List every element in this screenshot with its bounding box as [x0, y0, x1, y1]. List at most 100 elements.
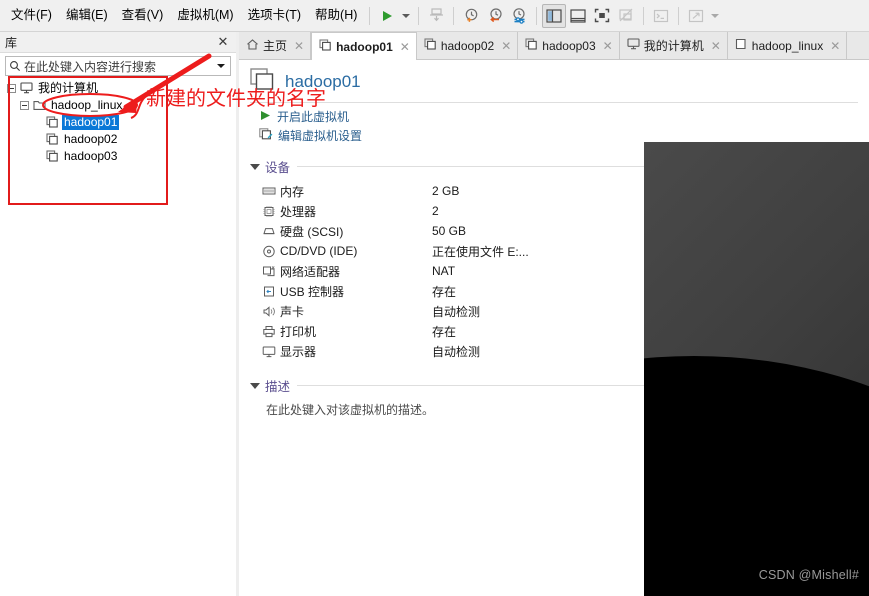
device-value: 正在使用文件 E:... [432, 244, 529, 259]
tab-my-computer[interactable]: 我的计算机 ✕ [619, 32, 728, 59]
tab-home[interactable]: 主页 ✕ [239, 32, 312, 59]
chevron-down-icon [401, 13, 410, 18]
toolbar-separator [369, 6, 371, 25]
tab-label: 我的计算机 [643, 39, 704, 53]
tree-item-hadoop02[interactable]: hadoop02 [4, 131, 232, 147]
tree-item-hadoop-linux[interactable]: hadoop_linux [4, 97, 232, 113]
tree-item-label: hadoop01 [62, 114, 120, 130]
show-library-button[interactable] [542, 3, 567, 28]
harddisk-icon [260, 225, 277, 237]
console-button[interactable] [649, 4, 673, 28]
tree-item-hadoop01[interactable]: hadoop01 [4, 114, 232, 130]
library-header: 库 ✕ [0, 32, 236, 53]
play-icon [259, 109, 272, 125]
tab-hadoop-linux[interactable]: hadoop_linux ✕ [727, 32, 848, 59]
close-icon[interactable]: ✕ [501, 40, 511, 52]
display-icon [260, 345, 277, 358]
snapshot-settings-icon [513, 8, 525, 24]
search-dropdown-button[interactable] [212, 64, 230, 68]
tab-hadoop03[interactable]: hadoop03 ✕ [518, 32, 620, 59]
menu-edit[interactable]: 编辑(E) [59, 4, 115, 27]
play-icon [383, 10, 393, 21]
menu-toolbar: 文件(F) 编辑(E) 查看(V) 虚拟机(M) 选项卡(T) 帮助(H) [0, 0, 869, 32]
tab-label: 主页 [263, 39, 288, 53]
unity-icon [619, 8, 633, 22]
device-value: NAT [432, 264, 456, 278]
snapshot-manager-icon [429, 8, 443, 22]
unity-mode-button[interactable] [614, 4, 638, 28]
menu-help[interactable]: 帮助(H) [308, 4, 364, 27]
tree-item-hadoop03[interactable]: hadoop03 [4, 148, 232, 164]
folder-icon [735, 38, 748, 53]
revert-snapshot-button[interactable] [483, 4, 507, 28]
fullscreen-icon [595, 8, 610, 23]
vm-header: hadoop01 [239, 61, 869, 96]
close-icon[interactable]: ✕ [711, 40, 721, 52]
device-value: 2 [432, 204, 439, 218]
chevron-down-icon [217, 64, 225, 68]
vm-icon [46, 133, 59, 145]
full-screen-button[interactable] [590, 4, 614, 28]
folder-icon [33, 99, 46, 111]
memory-icon [260, 185, 277, 197]
device-value: 存在 [432, 324, 457, 339]
library-panel: 库 ✕ 在此处键入内容进行搜索 我的计算机 hadoop_linux hadoo… [0, 32, 236, 596]
device-name: 声卡 [280, 304, 305, 319]
chevron-down-icon[interactable] [250, 163, 260, 170]
expander-icon[interactable] [20, 100, 29, 110]
search-icon [6, 60, 24, 72]
expander-icon[interactable] [7, 83, 16, 93]
device-value: 2 GB [432, 184, 460, 198]
device-value: 自动检测 [432, 344, 481, 359]
close-icon[interactable]: ✕ [830, 40, 840, 52]
tab-hadoop01[interactable]: hadoop01 ✕ [311, 32, 417, 60]
search-input[interactable]: 在此处键入内容进行搜索 [5, 56, 231, 76]
snapshot-manager-button[interactable] [507, 4, 531, 28]
snapshot-revert-icon [490, 8, 502, 23]
expand-arrows-icon [689, 9, 704, 22]
manage-snapshot-button[interactable] [424, 4, 448, 28]
toolbar-separator [536, 6, 538, 25]
tree-item-label: 我的计算机 [38, 80, 99, 95]
close-icon[interactable]: ✕ [603, 40, 613, 52]
vm-icon [46, 116, 59, 128]
menu-tabs[interactable]: 选项卡(T) [241, 4, 308, 27]
close-icon[interactable]: ✕ [400, 41, 410, 53]
power-dropdown-button[interactable] [399, 4, 413, 28]
device-name: USB 控制器 [280, 284, 345, 299]
vm-icon [319, 39, 332, 54]
tree-item-label: hadoop_linux [51, 97, 123, 112]
vm-console-preview[interactable]: CSDN @Mishell# [644, 142, 869, 596]
close-icon[interactable]: ✕ [294, 40, 304, 52]
section-title: 描述 [265, 380, 291, 394]
menu-vm[interactable]: 虚拟机(M) [170, 4, 240, 27]
stretch-dropdown-button[interactable] [708, 4, 722, 28]
tree-item-my-computer[interactable]: 我的计算机 [4, 80, 232, 96]
menu-view[interactable]: 查看(V) [115, 4, 171, 27]
take-snapshot-button[interactable] [459, 4, 483, 28]
device-name: CD/DVD (IDE) [280, 244, 358, 258]
device-name: 内存 [280, 184, 305, 199]
vm-icon [424, 38, 437, 53]
tree-item-label: hadoop02 [64, 131, 118, 146]
tab-label: hadoop03 [542, 38, 596, 53]
chevron-down-icon[interactable] [250, 382, 260, 389]
network-icon [260, 265, 277, 278]
power-on-vm-link[interactable]: 开启此虚拟机 [259, 108, 869, 125]
preview-curve-shape [644, 356, 869, 596]
tab-hadoop02[interactable]: hadoop02 ✕ [416, 32, 519, 59]
close-icon[interactable]: ✕ [216, 35, 230, 49]
stretch-button[interactable] [684, 4, 708, 28]
show-thumbnail-bar-button[interactable] [566, 4, 590, 28]
library-title: 库 [5, 35, 18, 50]
computer-icon [20, 82, 33, 94]
vm-icon [46, 150, 59, 162]
power-on-button[interactable] [375, 4, 399, 28]
home-icon [246, 38, 259, 54]
vm-title: hadoop01 [285, 72, 361, 91]
menu-file[interactable]: 文件(F) [4, 4, 59, 27]
device-name: 打印机 [280, 324, 317, 339]
chevron-down-icon [710, 13, 719, 18]
device-name: 显示器 [280, 344, 317, 359]
section-title: 设备 [265, 161, 291, 175]
